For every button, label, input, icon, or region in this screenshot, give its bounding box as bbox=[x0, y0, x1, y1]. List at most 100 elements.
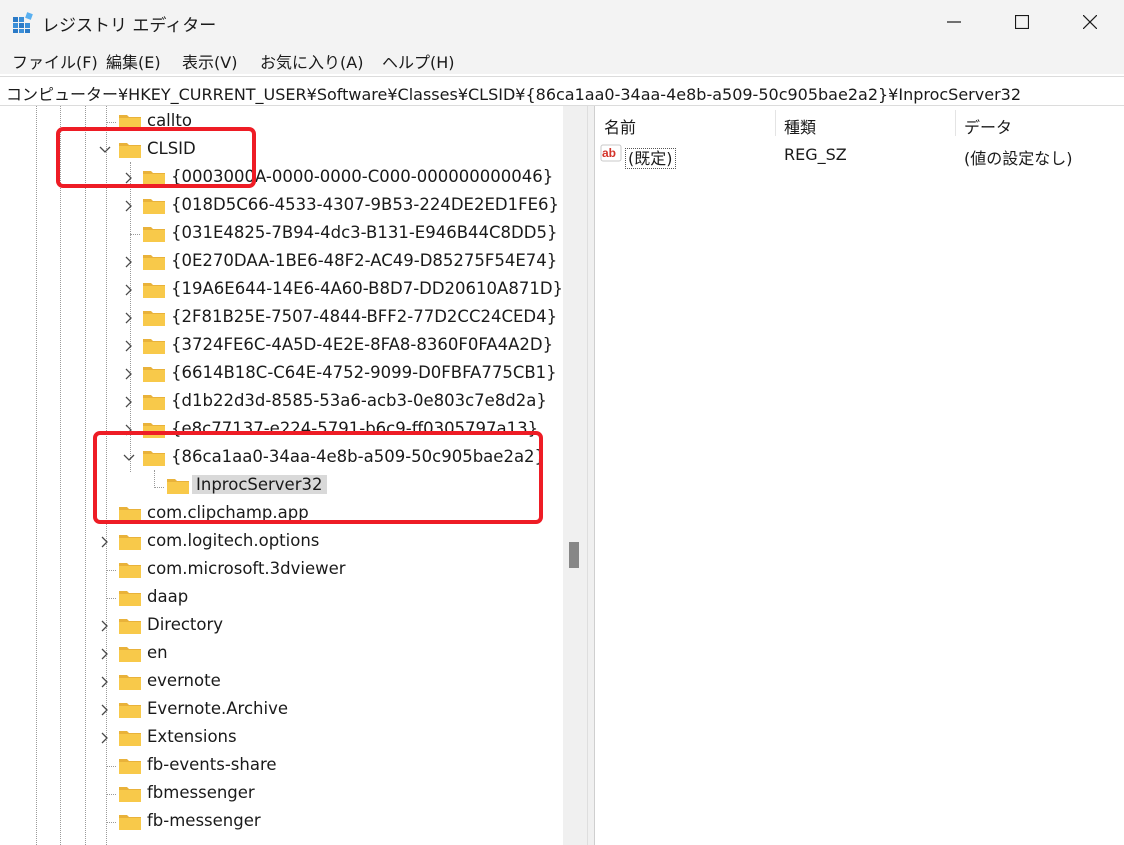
column-header-name[interactable]: 名前 bbox=[595, 106, 775, 140]
maximize-button[interactable] bbox=[988, 0, 1056, 44]
address-path[interactable]: コンピューター¥HKEY_CURRENT_USER¥Software¥Class… bbox=[6, 81, 1021, 105]
folder-icon bbox=[142, 168, 166, 188]
tree-node[interactable]: {e8c77137-e224-5791-b6c9-ff0305797a13} bbox=[0, 416, 560, 444]
chevron-right-icon[interactable] bbox=[122, 422, 136, 436]
chevron-right-icon[interactable] bbox=[122, 282, 136, 296]
tree-node-label: {e8c77137-e224-5791-b6c9-ff0305797a13} bbox=[171, 419, 539, 438]
tree-node-label: {6614B18C-C64E-4752-9099-D0FBFA775CB1} bbox=[171, 363, 557, 382]
folder-icon bbox=[118, 140, 142, 160]
tree-node[interactable]: {d1b22d3d-8585-53a6-acb3-0e803c7e8d2a} bbox=[0, 388, 560, 416]
maximize-icon bbox=[1015, 15, 1029, 29]
chevron-right-icon[interactable] bbox=[98, 702, 112, 716]
tree-node[interactable]: {0E270DAA-1BE6-48F2-AC49-D85275F54E74} bbox=[0, 248, 560, 276]
window-title: レジストリ エディター bbox=[42, 16, 217, 36]
tree-node[interactable]: com.microsoft.3dviewer bbox=[0, 556, 560, 584]
tree-node[interactable]: {031E4825-7B94-4dc3-B131-E946B44C8DD5} bbox=[0, 220, 560, 248]
chevron-right-icon[interactable] bbox=[122, 170, 136, 184]
folder-icon bbox=[142, 224, 166, 244]
column-header-label: データ bbox=[964, 118, 1013, 137]
tree-node[interactable]: InprocServer32 bbox=[0, 472, 560, 500]
folder-icon bbox=[118, 672, 142, 692]
chevron-down-icon[interactable] bbox=[98, 142, 112, 156]
chevron-right-icon[interactable] bbox=[98, 730, 112, 744]
tree-node-label: fbmessenger bbox=[147, 783, 255, 802]
chevron-right-icon[interactable] bbox=[122, 254, 136, 268]
menu-help[interactable]: ヘルプ(H) bbox=[382, 49, 455, 73]
pane-splitter[interactable] bbox=[587, 106, 595, 845]
tree-node-label: fb-events-share bbox=[147, 755, 277, 774]
address-bar[interactable]: コンピューター¥HKEY_CURRENT_USER¥Software¥Class… bbox=[0, 76, 1124, 106]
chevron-right-icon[interactable] bbox=[122, 310, 136, 324]
registry-editor-icon bbox=[12, 12, 34, 34]
tree-node[interactable]: com.clipchamp.app bbox=[0, 500, 560, 528]
menu-view[interactable]: 表示(V) bbox=[182, 49, 237, 73]
folder-icon bbox=[118, 504, 142, 524]
tree-node[interactable]: {2F81B25E-7507-4844-BFF2-77D2CC24CED4} bbox=[0, 304, 560, 332]
key-tree-pane: callto CLSID {0003000A-0000-0000-C000-0000… bbox=[0, 106, 563, 845]
folder-icon bbox=[118, 756, 142, 776]
tree-node[interactable]: evernote bbox=[0, 668, 560, 696]
chevron-right-icon[interactable] bbox=[98, 618, 112, 632]
tree-node[interactable]: {018D5C66-4533-4307-9B53-224DE2ED1FE6} bbox=[0, 192, 560, 220]
folder-icon bbox=[166, 476, 190, 496]
tree-node[interactable]: {0003000A-0000-0000-C000-000000000046} bbox=[0, 164, 560, 192]
tree-node-label: {86ca1aa0-34aa-4e8b-a509-50c905bae2a2} bbox=[171, 447, 546, 466]
chevron-right-icon[interactable] bbox=[122, 394, 136, 408]
ab-string-icon: ab bbox=[600, 143, 622, 165]
tree-node[interactable]: callto bbox=[0, 108, 560, 136]
tree-node[interactable]: fbmessenger bbox=[0, 780, 560, 808]
tree-node[interactable]: {86ca1aa0-34aa-4e8b-a509-50c905bae2a2} bbox=[0, 444, 560, 472]
tree-node-label: fb-messenger bbox=[147, 811, 261, 830]
chevron-right-icon[interactable] bbox=[98, 646, 112, 660]
chevron-right-icon[interactable] bbox=[98, 674, 112, 688]
tree-node[interactable]: fb-events-share bbox=[0, 752, 560, 780]
tree-node[interactable]: CLSID bbox=[0, 136, 560, 164]
folder-icon bbox=[142, 280, 166, 300]
chevron-down-icon[interactable] bbox=[122, 450, 136, 464]
minimize-icon bbox=[947, 21, 961, 23]
menu-favorites[interactable]: お気に入り(A) bbox=[260, 49, 363, 73]
value-data: (値の設定なし) bbox=[964, 149, 1073, 168]
tree-node-label: {031E4825-7B94-4dc3-B131-E946B44C8DD5} bbox=[171, 223, 558, 242]
folder-icon bbox=[118, 532, 142, 552]
chevron-right-icon[interactable] bbox=[122, 198, 136, 212]
tree-node[interactable]: Extensions bbox=[0, 724, 560, 752]
close-icon bbox=[1083, 15, 1097, 29]
chevron-right-icon[interactable] bbox=[98, 534, 112, 548]
tree-node-label: Evernote.Archive bbox=[147, 699, 288, 718]
folder-icon bbox=[142, 420, 166, 440]
minimize-button[interactable] bbox=[920, 0, 988, 44]
column-header-data[interactable]: データ bbox=[955, 106, 1124, 140]
tree-node[interactable]: fb-messenger bbox=[0, 808, 560, 836]
tree-node[interactable]: {3724FE6C-4A5D-4E2E-8FA8-8360F0FA4A2D} bbox=[0, 332, 560, 360]
chevron-right-icon[interactable] bbox=[122, 366, 136, 380]
tree-node[interactable]: com.logitech.options bbox=[0, 528, 560, 556]
tree-scrollbar[interactable] bbox=[563, 106, 587, 845]
folder-icon bbox=[142, 196, 166, 216]
tree-node[interactable]: {19A6E644-14E6-4A60-B8D7-DD20610A871D} bbox=[0, 276, 563, 304]
tree-node-label: evernote bbox=[147, 671, 221, 690]
folder-icon bbox=[118, 112, 142, 132]
tree-node-label: {2F81B25E-7507-4844-BFF2-77D2CC24CED4} bbox=[171, 307, 558, 326]
tree-node[interactable]: Directory bbox=[0, 612, 560, 640]
tree-node[interactable]: Evernote.Archive bbox=[0, 696, 560, 724]
folder-icon bbox=[142, 308, 166, 328]
menu-file[interactable]: ファイル(F) bbox=[12, 49, 98, 73]
tree-node-label: CLSID bbox=[147, 139, 196, 158]
menu-edit[interactable]: 編集(E) bbox=[106, 49, 161, 73]
column-header-type[interactable]: 種類 bbox=[775, 106, 955, 140]
scrollbar-thumb[interactable] bbox=[569, 542, 579, 568]
close-button[interactable] bbox=[1056, 0, 1124, 44]
folder-icon bbox=[118, 560, 142, 580]
tree-node[interactable]: en bbox=[0, 640, 560, 668]
chevron-right-icon[interactable] bbox=[122, 338, 136, 352]
tree-node-label: {018D5C66-4533-4307-9B53-224DE2ED1FE6} bbox=[171, 195, 559, 214]
tree-node-label: {3724FE6C-4A5D-4E2E-8FA8-8360F0FA4A2D} bbox=[171, 335, 554, 354]
folder-icon bbox=[142, 448, 166, 468]
tree-node-label: InprocServer32 bbox=[192, 475, 327, 494]
folder-icon bbox=[118, 644, 142, 664]
menu-bar: ファイル(F) 編集(E) 表示(V) お気に入り(A) ヘルプ(H) bbox=[0, 44, 1124, 74]
tree-node[interactable]: daap bbox=[0, 584, 560, 612]
tree-node[interactable]: {6614B18C-C64E-4752-9099-D0FBFA775CB1} bbox=[0, 360, 560, 388]
tree-node-label: com.microsoft.3dviewer bbox=[147, 559, 346, 578]
